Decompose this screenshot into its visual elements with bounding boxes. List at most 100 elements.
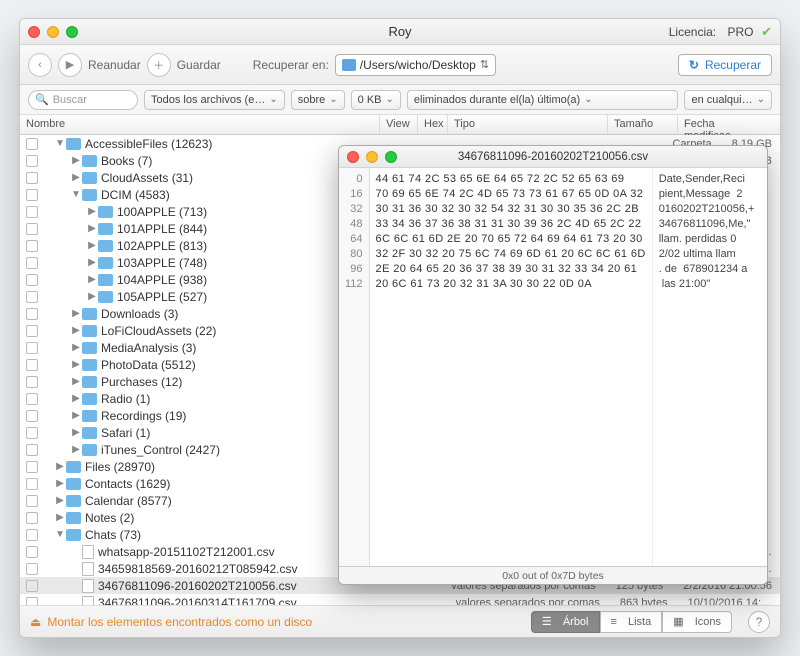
save-button-icon[interactable]: ＋ [147,53,171,77]
disclosure-icon[interactable]: ▶ [54,512,66,523]
item-name: Radio (1) [101,392,150,406]
checkbox[interactable] [26,155,38,167]
col-name[interactable]: Nombre [20,115,380,134]
checkbox[interactable] [26,478,38,490]
checkbox[interactable] [26,138,38,150]
disclosure-icon[interactable]: ▶ [70,342,82,353]
disclosure-icon[interactable]: ▶ [70,155,82,166]
checkbox[interactable] [26,376,38,388]
checkbox[interactable] [26,546,38,558]
disclosure-icon[interactable]: ▼ [54,529,66,540]
main-window: Roy Licencia: PRO ✔︎ ‹ ▶ Reanudar ＋ Guar… [19,18,781,638]
item-name: 34659818569-20160212T085942.csv [98,562,298,576]
checkbox[interactable] [26,597,38,606]
checkbox[interactable] [26,512,38,524]
col-type[interactable]: Tipo [448,115,608,134]
minimize-icon[interactable] [366,151,378,163]
col-view[interactable]: View [380,115,418,134]
folder-icon [82,189,97,201]
view-icons-button[interactable]: ▦ Icons [662,611,732,633]
folder-icon [98,274,113,286]
disclosure-icon[interactable]: ▶ [70,172,82,183]
disclosure-icon[interactable]: ▼ [70,189,82,200]
disclosure-icon[interactable]: ▼ [54,138,66,149]
item-date: 10/10/2016 14:… [688,597,772,606]
zoom-icon[interactable] [385,151,397,163]
disclosure-icon[interactable]: ▶ [70,444,82,455]
checkbox[interactable] [26,274,38,286]
hex-preview-window[interactable]: 34676811096-20160202T210056.csv 0 16 32 … [338,145,768,585]
disclosure-icon[interactable]: ▶ [86,274,98,285]
disclosure-icon[interactable]: ▶ [86,223,98,234]
checkbox[interactable] [26,308,38,320]
disclosure-icon[interactable]: ▶ [70,376,82,387]
checkbox[interactable] [26,444,38,456]
checkbox[interactable] [26,342,38,354]
filter-size[interactable]: 0 KB⌄ [351,90,401,110]
view-list-button[interactable]: ≡ Lista [600,611,663,633]
checkbox[interactable] [26,359,38,371]
disclosure-icon[interactable]: ▶ [54,461,66,472]
checkbox[interactable] [26,206,38,218]
checkbox[interactable] [26,427,38,439]
disclosure-icon[interactable]: ▶ [86,291,98,302]
checkbox[interactable] [26,495,38,507]
checkbox[interactable] [26,257,38,269]
item-name: 101APPLE (844) [117,222,207,236]
back-button[interactable]: ‹ [28,53,52,77]
checkbox[interactable] [26,291,38,303]
disclosure-icon[interactable]: ▶ [86,257,98,268]
column-headers[interactable]: Nombre View Hex Tipo Tamaño Fecha modifi… [20,115,780,135]
play-button[interactable]: ▶ [58,53,82,77]
checkbox[interactable] [26,189,38,201]
recover-button[interactable]: Recuperar [678,54,772,76]
checkbox[interactable] [26,325,38,337]
mount-button[interactable]: ⏏ Montar los elementos encontrados como … [30,615,312,629]
filter-filetype[interactable]: Todos los archivos (e…⌄ [144,90,285,110]
item-name: 34676811096-20160314T161709.csv [98,596,297,606]
disclosure-icon[interactable]: ▶ [70,325,82,336]
folder-icon [98,257,113,269]
checkbox[interactable] [26,172,38,184]
disclosure-icon[interactable]: ▶ [54,478,66,489]
disclosure-icon[interactable]: ▶ [70,359,82,370]
view-tree-button[interactable]: ☰ Árbol [531,611,600,633]
folder-icon [66,461,81,473]
checkbox[interactable] [26,223,38,235]
col-date[interactable]: Fecha modificac… [678,115,780,134]
col-size[interactable]: Tamaño [608,115,678,134]
disclosure-icon[interactable]: ▶ [54,495,66,506]
toolbar: ‹ ▶ Reanudar ＋ Guardar Recuperar en: /Us… [20,45,780,85]
checkbox[interactable] [26,240,38,252]
checkbox[interactable] [26,410,38,422]
minimize-icon[interactable] [47,26,59,38]
disclosure-icon[interactable]: ▶ [70,393,82,404]
item-name: DCIM (4583) [101,188,170,202]
titlebar[interactable]: Roy Licencia: PRO ✔︎ [20,19,780,45]
zoom-icon[interactable] [66,26,78,38]
hex-bytes: 44 61 74 2C 53 65 6E 64 65 72 2C 52 65 6… [370,168,653,566]
disclosure-icon[interactable]: ▶ [86,206,98,217]
disclosure-icon[interactable]: ▶ [70,427,82,438]
checkbox[interactable] [26,529,38,541]
filter-over[interactable]: sobre⌄ [291,90,345,110]
item-name: 100APPLE (713) [117,205,207,219]
checkbox[interactable] [26,461,38,473]
disclosure-icon[interactable]: ▶ [70,308,82,319]
folder-icon [66,512,81,524]
folder-icon [82,342,97,354]
help-button[interactable]: ? [748,611,770,633]
path-selector[interactable]: /Users/wicho/Desktop ⇅ [335,54,496,76]
col-hex[interactable]: Hex [418,115,448,134]
disclosure-icon[interactable]: ▶ [86,240,98,251]
checkbox[interactable] [26,563,38,575]
filter-time[interactable]: eliminados durante el(la) último(a)⌄ [407,90,679,110]
tree-row[interactable]: 34676811096-20160314T161709.csvvalores s… [20,594,780,605]
disclosure-icon[interactable]: ▶ [70,410,82,421]
close-icon[interactable] [347,151,359,163]
filter-location[interactable]: en cualqui…⌄ [684,90,772,110]
search-input[interactable]: 🔍 Buscar [28,90,138,110]
checkbox[interactable] [26,580,38,592]
checkbox[interactable] [26,393,38,405]
close-icon[interactable] [28,26,40,38]
